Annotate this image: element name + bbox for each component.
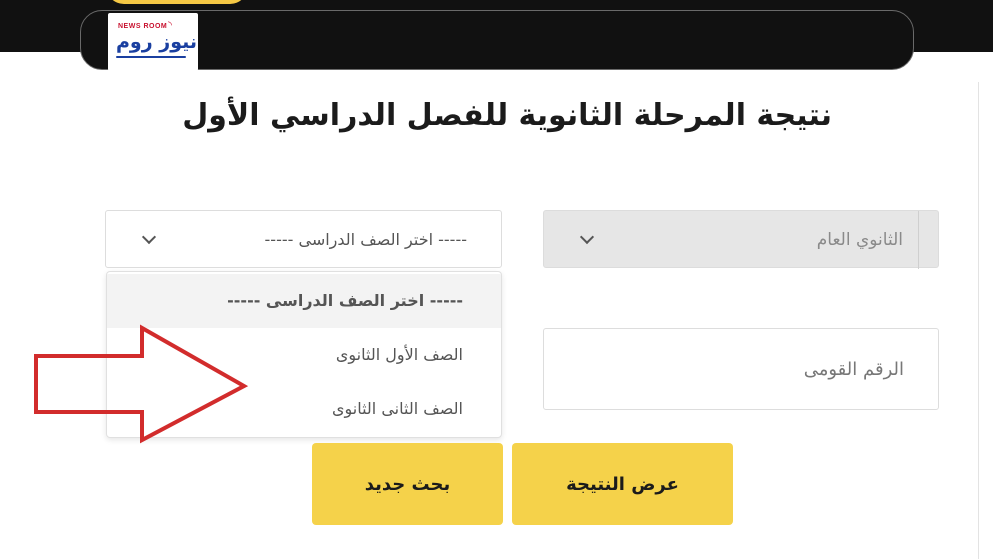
arrow-right-icon — [34, 324, 249, 444]
new-search-button[interactable]: بحث جديد — [312, 443, 503, 525]
show-result-button[interactable]: عرض النتيجة — [512, 443, 733, 525]
select-divider — [918, 211, 919, 269]
logo-underline — [116, 56, 186, 58]
stage-select-value: الثانوي العام — [816, 230, 903, 250]
page-title: نتيجة المرحلة الثانوية للفصل الدراسي الأ… — [182, 98, 832, 133]
grade-select-value: ----- اختر الصف الدراسى ----- — [264, 230, 467, 249]
page-edge-divider — [978, 82, 979, 559]
logo-small-text: NEWS ROOM — [118, 23, 168, 30]
national-id-field — [543, 328, 939, 410]
stage-select[interactable]: الثانوي العام — [543, 210, 939, 269]
national-id-input[interactable] — [544, 329, 938, 409]
header-frame — [80, 10, 914, 70]
wifi-icon: ◝ — [168, 20, 172, 31]
chevron-down-icon — [579, 229, 595, 245]
chevron-down-icon — [141, 229, 157, 245]
grade-option-placeholder[interactable]: ----- اختر الصف الدراسى ----- — [107, 274, 501, 328]
header-yellow-tab — [106, 0, 248, 4]
site-logo[interactable]: NEWS ROOM ◝ نيوز روم — [108, 13, 198, 71]
grade-select[interactable]: ----- اختر الصف الدراسى ----- — [105, 210, 502, 268]
logo-main-text: نيوز روم — [116, 31, 198, 53]
